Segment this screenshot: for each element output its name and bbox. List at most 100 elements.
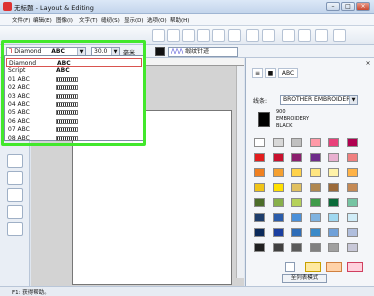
color-swatch[interactable]: [272, 198, 284, 207]
thread-color-icon[interactable]: [155, 47, 165, 56]
heart-icon[interactable]: [347, 262, 363, 272]
color-swatch[interactable]: [346, 138, 358, 147]
thread-chart-icon[interactable]: [285, 262, 295, 272]
color-swatch[interactable]: [346, 243, 358, 252]
tool-sew-icon[interactable]: [246, 29, 259, 42]
thread-code: 900: [276, 109, 286, 115]
menu-bar: 文件(F) 编辑(E) 图像(I) 文字(T) 缝纫(S) 显示(D) 选项(O…: [0, 14, 374, 26]
color-swatch[interactable]: [272, 138, 284, 147]
thread-brand-value: BROTHER EMBROIDERY: [283, 96, 354, 103]
color-swatch[interactable]: [309, 153, 321, 162]
color-swatch[interactable]: [272, 168, 284, 177]
color-swatch[interactable]: [254, 228, 265, 237]
tool-select-icon[interactable]: [152, 29, 165, 42]
color-swatch[interactable]: [254, 183, 265, 192]
color-swatch[interactable]: [328, 153, 339, 162]
color-swatch[interactable]: [309, 138, 321, 147]
color-swatch[interactable]: [346, 228, 358, 237]
menu-help[interactable]: 帮助(H): [170, 16, 189, 24]
color-swatch[interactable]: [328, 168, 339, 177]
tab-text[interactable]: ABC: [278, 68, 298, 78]
tool-import-icon[interactable]: [167, 29, 180, 42]
tool-frame-icon[interactable]: [282, 29, 295, 42]
color-swatch[interactable]: [291, 213, 302, 222]
color-swatch[interactable]: [328, 213, 339, 222]
color-swatch[interactable]: [254, 138, 265, 147]
tab-list[interactable]: ≡: [252, 68, 263, 78]
color-swatch[interactable]: [254, 243, 265, 252]
maximize-button[interactable]: □: [341, 2, 355, 11]
tool-preview-icon[interactable]: [333, 29, 346, 42]
window-title: 无标题 - Layout & Editing: [14, 4, 94, 12]
color-swatch[interactable]: [328, 198, 339, 207]
tab-color[interactable]: ■: [265, 68, 276, 78]
vertical-scrollbar[interactable]: [236, 66, 244, 278]
color-swatch[interactable]: [291, 153, 302, 162]
color-swatch[interactable]: [272, 243, 284, 252]
color-swatch[interactable]: [328, 228, 339, 237]
close-button[interactable]: ×: [356, 2, 370, 11]
pen-tool-icon[interactable]: [7, 188, 23, 202]
color-swatch[interactable]: [272, 153, 284, 162]
status-bar: F1: 获得帮助。: [0, 286, 374, 296]
color-swatch[interactable]: [254, 153, 265, 162]
color-swatch[interactable]: [291, 243, 302, 252]
color-swatch[interactable]: [309, 243, 321, 252]
stitch-tool-icon[interactable]: [7, 205, 23, 219]
color-swatch[interactable]: [309, 198, 321, 207]
tool-text-icon[interactable]: [228, 29, 241, 42]
thread-label: 线条:: [253, 98, 268, 105]
color-swatch[interactable]: [309, 228, 321, 237]
color-swatch[interactable]: [272, 228, 284, 237]
menu-file[interactable]: 文件(F): [12, 16, 30, 24]
color-swatch[interactable]: [272, 183, 284, 192]
menu-display[interactable]: 显示(D): [124, 16, 144, 24]
menu-image[interactable]: 图像(I): [56, 16, 73, 24]
color-swatch[interactable]: [254, 213, 265, 222]
color-swatch[interactable]: [346, 183, 358, 192]
person-tool-icon[interactable]: [7, 222, 23, 236]
tool-rotate-icon[interactable]: [197, 29, 210, 42]
current-thread-swatch: [258, 112, 270, 127]
brush-tool-icon[interactable]: [7, 171, 23, 185]
thread-brand: EMBROIDERY: [276, 116, 310, 122]
color-swatch[interactable]: [328, 138, 339, 147]
shape-tool-icon[interactable]: [7, 154, 23, 168]
tool-copy-icon[interactable]: [182, 29, 195, 42]
tool-layout-icon[interactable]: [298, 29, 311, 42]
eyedropper-icon[interactable]: [305, 262, 321, 272]
menu-edit[interactable]: 编辑(E): [33, 16, 52, 24]
color-swatch[interactable]: [254, 168, 265, 177]
color-swatch[interactable]: [309, 183, 321, 192]
menu-sew[interactable]: 缝纫(S): [101, 16, 120, 24]
color-swatch[interactable]: [309, 168, 321, 177]
menu-text[interactable]: 文字(T): [79, 16, 98, 24]
thread-brand-combo[interactable]: BROTHER EMBROIDERY ▼: [280, 95, 358, 105]
stitch-wave-icon: /\/\/\: [171, 48, 184, 55]
minimize-button[interactable]: –: [326, 2, 340, 11]
list-mode-button[interactable]: 至列表模式: [282, 274, 327, 283]
chevron-down-icon[interactable]: ▼: [349, 96, 357, 104]
color-swatch[interactable]: [346, 168, 358, 177]
thread-name: BLACK: [276, 123, 293, 129]
menu-options[interactable]: 选项(O): [147, 16, 167, 24]
color-swatch[interactable]: [291, 228, 302, 237]
color-swatch[interactable]: [291, 168, 302, 177]
color-swatch[interactable]: [291, 198, 302, 207]
stitch-type-combo[interactable]: /\/\/\ 缎纹针迹: [168, 47, 238, 57]
color-swatch[interactable]: [254, 198, 265, 207]
color-swatch[interactable]: [328, 243, 339, 252]
tool-zoom-icon[interactable]: [212, 29, 225, 42]
color-swatch[interactable]: [328, 183, 339, 192]
color-swatch[interactable]: [291, 138, 302, 147]
color-swatch[interactable]: [309, 213, 321, 222]
fill-icon[interactable]: [326, 262, 342, 272]
color-swatch[interactable]: [291, 183, 302, 192]
color-swatch[interactable]: [272, 213, 284, 222]
tool-stitch-icon[interactable]: [262, 29, 275, 42]
color-swatch[interactable]: [346, 153, 358, 162]
panel-close-icon[interactable]: ×: [364, 60, 372, 68]
color-swatch[interactable]: [346, 198, 358, 207]
tool-grid-icon[interactable]: [315, 29, 328, 42]
color-swatch[interactable]: [346, 213, 358, 222]
